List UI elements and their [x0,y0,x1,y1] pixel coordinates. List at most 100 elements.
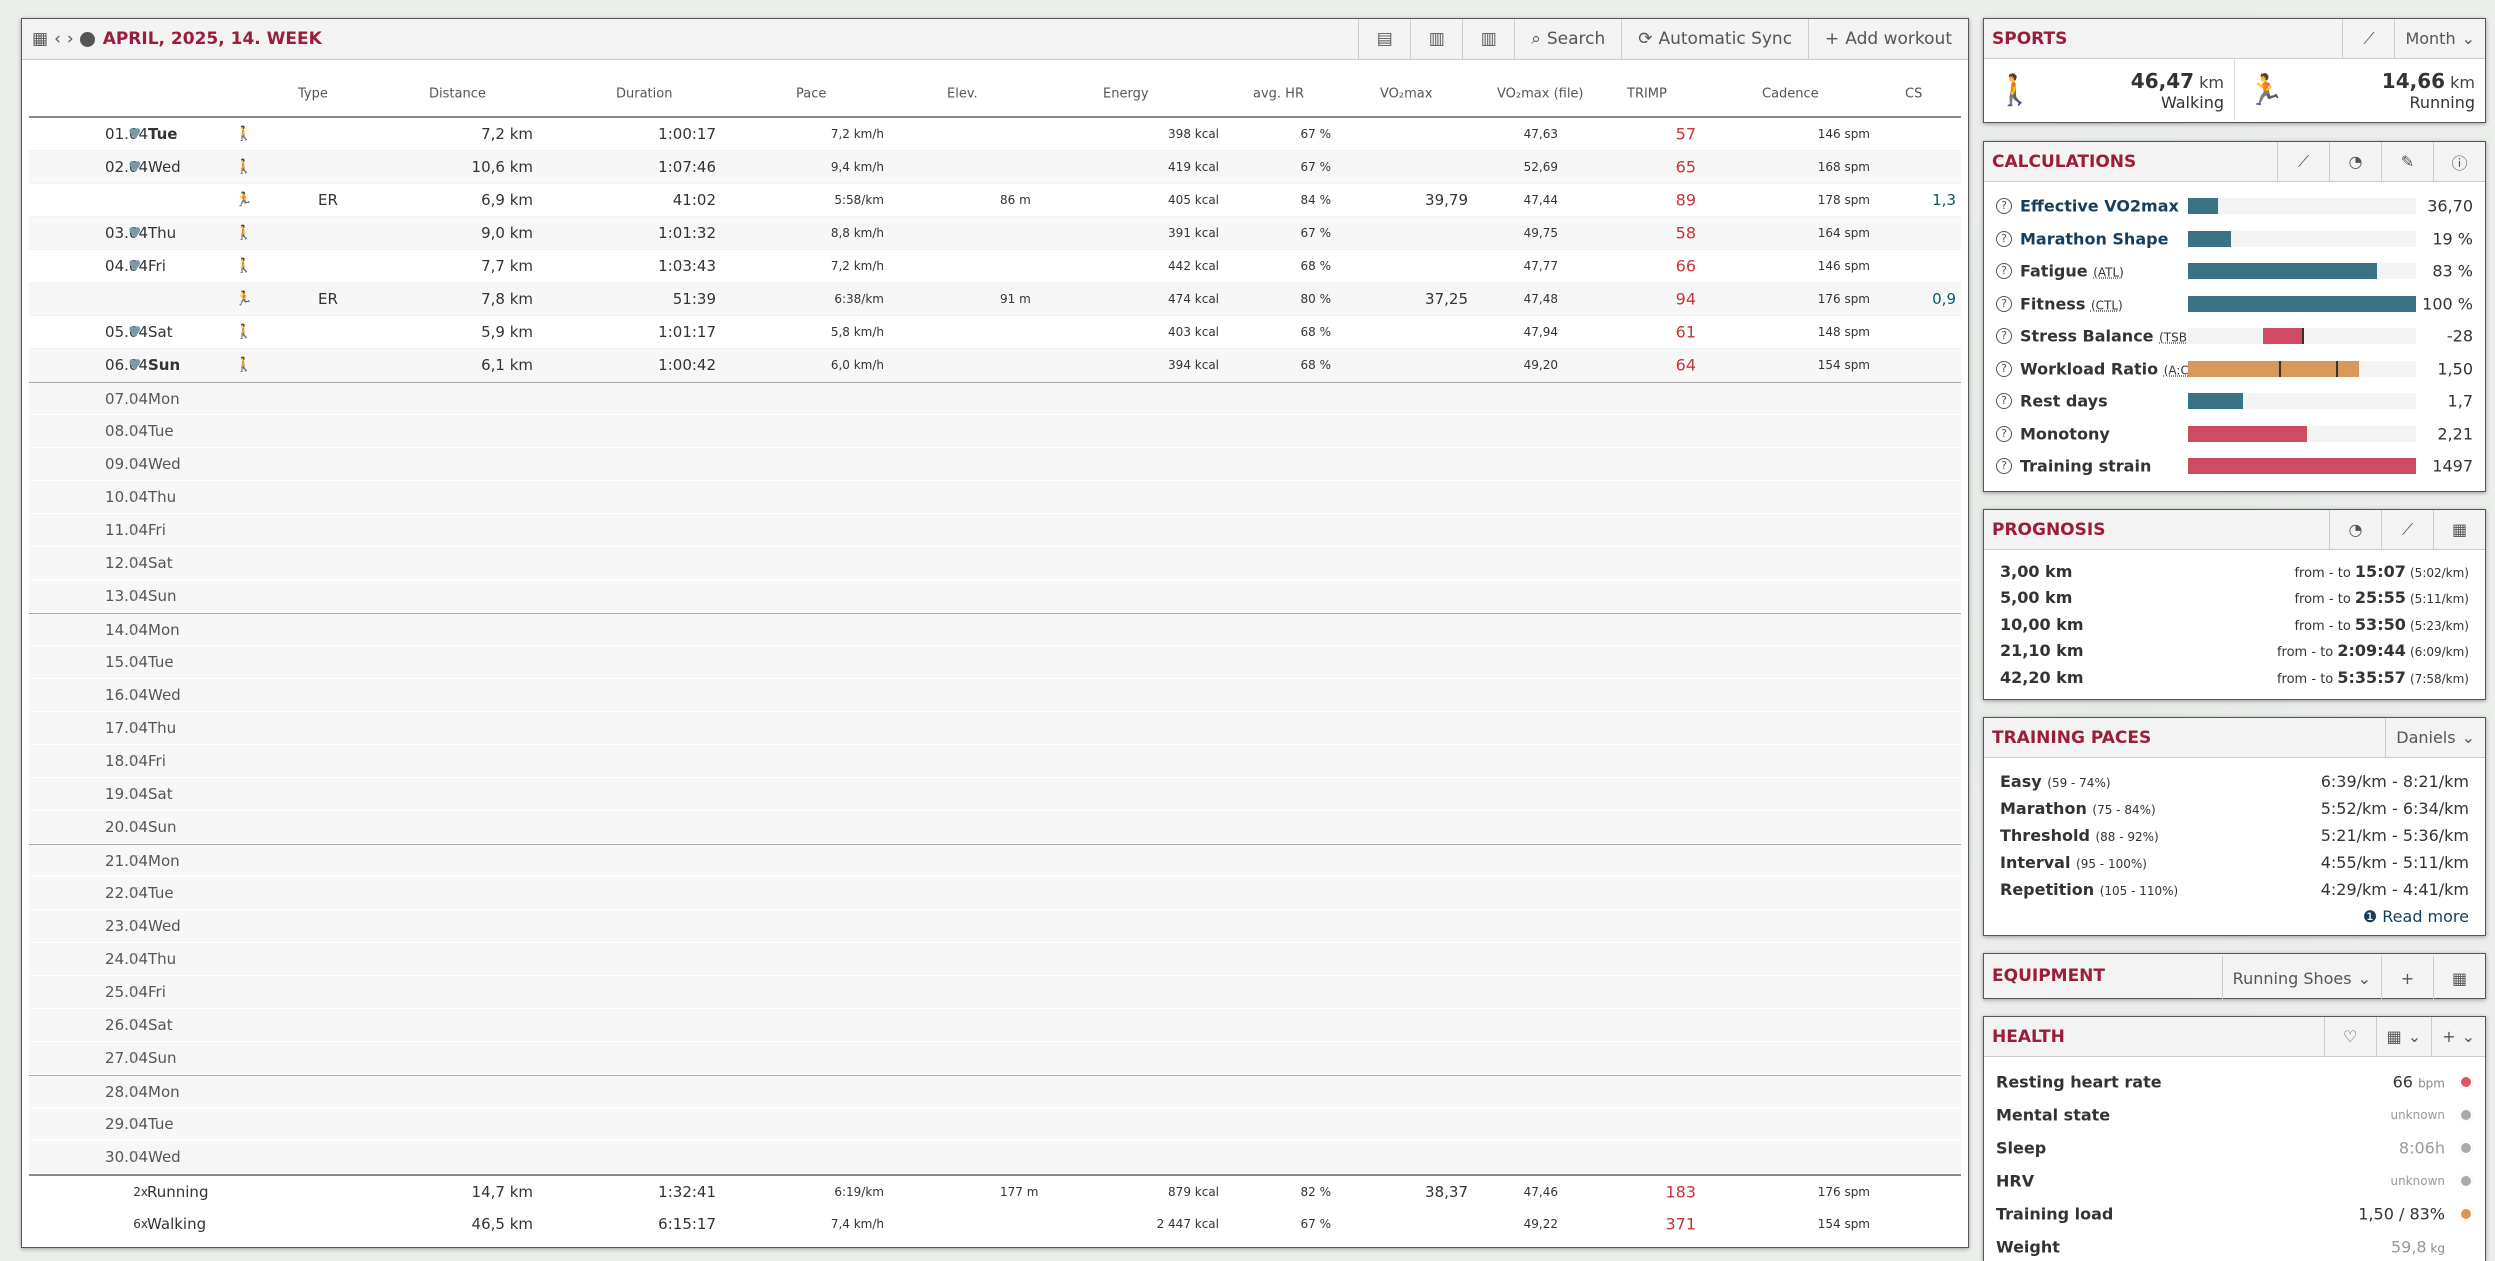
heart-outline-icon[interactable]: ♡ [128,554,141,572]
day-row[interactable]: 13.04 ♡ Sun [29,580,1961,613]
col-cadence[interactable]: Cadence [1762,86,1819,101]
health-heart-button[interactable]: ♡ [2323,1016,2376,1057]
health-row[interactable]: Weight 59,8 kg [1996,1230,2473,1261]
prog-gauge-button[interactable]: ◔ [2329,509,2381,550]
day-row[interactable]: 12.04 ♡ Sat [29,547,1961,580]
heart-outline-icon[interactable]: ♡ [128,983,141,1001]
workout-row[interactable]: 06.04 Sun 6,1 km 1:00:42 6,0 km/h 394 kcal 68 … [29,349,1961,382]
heart-outline-icon[interactable]: ♡ [128,785,141,803]
day-row[interactable]: 17.04 ♡ Thu [29,712,1961,745]
heart-outline-icon[interactable]: ♡ [128,1115,141,1133]
question-icon[interactable]: ? [1996,328,2012,345]
prog-chart-button[interactable]: ⟋ [2381,509,2433,550]
workout-row[interactable]: 02.04 Wed 10,6 km 1:07:46 9,4 km/h 419 kcal 67… [29,151,1961,184]
heart-outline-icon[interactable]: ♡ [128,488,141,506]
heart-outline-icon[interactable]: ♡ [128,587,141,605]
day-row[interactable]: 24.04 ♡ Thu [29,943,1961,976]
equipment-table-button[interactable]: ▦ [2433,956,2485,1000]
add-equipment-button[interactable]: + [2381,956,2433,1000]
health-row[interactable]: Mental state unknown [1996,1098,2473,1131]
heart-outline-icon[interactable]: ♡ [128,521,141,539]
question-icon[interactable]: ? [1996,198,2012,215]
day-row[interactable]: 27.04 ♡ Sun [29,1042,1961,1075]
day-row[interactable]: 18.04 ♡ Fri [29,745,1961,778]
calc-row[interactable]: ? Monotony 2,21 [1996,418,2473,451]
workout-row[interactable]: 04.04 Fri 7,7 km 1:03:43 7,2 km/h 442 kcal 68 … [29,250,1961,283]
heart-icon[interactable]: ♥ [128,356,141,374]
heart-icon[interactable]: ♥ [128,224,141,242]
heart-outline-icon[interactable]: ♡ [128,1148,141,1166]
health-table-button[interactable]: ▦ ⌄ [2375,1016,2432,1057]
equipment-select[interactable]: Running Shoes ⌄ [2221,956,2381,1000]
heart-outline-icon[interactable]: ♡ [128,653,141,671]
table-view-button[interactable]: ▤ [1358,18,1410,60]
day-row[interactable]: 30.04 ♡ Wed [29,1141,1961,1174]
day-row[interactable]: 19.04 ♡ Sat [29,778,1961,811]
health-add-button[interactable]: + ⌄ [2431,1016,2485,1057]
workout-row[interactable]: 03.04 Thu 9,0 km 1:01:32 8,8 km/h 391 kcal 67 … [29,217,1961,250]
question-icon[interactable]: ? [1996,263,2012,280]
chevron-right-icon[interactable]: › [67,30,74,48]
calc-row[interactable]: ? Fatigue (ATL) 83 % [1996,255,2473,288]
heart-outline-icon[interactable]: ♡ [128,390,141,408]
question-icon[interactable]: ? [1996,230,2012,247]
add-workout-button[interactable]: + Add workout [1808,18,1968,60]
col-pace[interactable]: Pace [796,86,826,101]
calc-info-button[interactable]: ⓘ [2433,141,2485,182]
sync-button[interactable]: ⟳ Automatic Sync [1621,18,1808,60]
day-row[interactable]: 25.04 ♡ Fri [29,976,1961,1009]
heart-outline-icon[interactable]: ♡ [128,1016,141,1034]
calc-row[interactable]: ? Training strain 1497 [1996,450,2473,483]
day-row[interactable]: 23.04 ♡ Wed [29,910,1961,943]
day-row[interactable]: 21.04 ♡ Mon [29,844,1961,877]
heart-icon[interactable]: ♥ [128,125,141,143]
day-row[interactable]: 28.04 ♡ Mon [29,1075,1961,1108]
calc-row[interactable]: ? Fitness (CTL) 100 % [1996,288,2473,321]
calc-chart-button[interactable]: ⟋ [2277,141,2329,182]
heart-outline-icon[interactable]: ♡ [128,852,141,870]
workout-row[interactable]: ER 7,8 km 51:39 6:38/km 91 m 474 kcal 80 % 37,2… [29,283,1961,316]
day-row[interactable]: 08.04 ♡ Tue [29,415,1961,448]
sports-chart-button[interactable]: ⟋ [2342,18,2394,59]
today-icon[interactable] [79,31,95,47]
day-row[interactable]: 07.04 ♡ Mon [29,382,1961,415]
sport-running[interactable]: 🏃 14,66 km Running [2235,59,2485,121]
calc-row[interactable]: ? Effective VO2max 36,70 [1996,190,2473,223]
day-row[interactable]: 15.04 ♡ Tue [29,646,1961,679]
workout-row[interactable]: 05.04 Sat 5,9 km 1:01:17 5,8 km/h 403 kcal 68 … [29,316,1961,349]
heart-outline-icon[interactable]: ♡ [128,621,141,639]
heart-outline-icon[interactable]: ♡ [128,752,141,770]
day-row[interactable]: 22.04 ♡ Tue [29,877,1961,910]
question-icon[interactable]: ? [1996,360,2012,377]
workout-row[interactable]: 01.04 Tue 7,2 km 1:00:17 7,2 km/h 398 kcal 67 … [29,118,1961,151]
heart-outline-icon[interactable]: ♡ [128,422,141,440]
col-vo2[interactable]: VO₂max [1380,86,1432,101]
heart-outline-icon[interactable]: ♡ [128,1049,141,1067]
col-hr[interactable]: avg. HR [1253,86,1304,101]
chart-button[interactable]: ▥ [1410,18,1462,60]
heart-icon[interactable]: ♥ [128,257,141,275]
chart2-button[interactable]: ▥ [1462,18,1514,60]
calc-row[interactable]: ? Stress Balance (TSB) -28 [1996,320,2473,353]
question-icon[interactable]: ? [1996,295,2012,312]
question-icon[interactable]: ? [1996,425,2012,442]
col-trimp[interactable]: TRIMP [1627,86,1667,101]
health-row[interactable]: Sleep 8:06h [1996,1131,2473,1164]
col-distance[interactable]: Distance [429,86,486,101]
heart-outline-icon[interactable]: ♡ [128,884,141,902]
day-row[interactable]: 10.04 ♡ Thu [29,481,1961,514]
heart-outline-icon[interactable]: ♡ [128,455,141,473]
col-cs[interactable]: CS [1905,86,1922,101]
question-icon[interactable]: ? [1996,393,2012,410]
day-row[interactable]: 20.04 ♡ Sun [29,811,1961,844]
day-row[interactable]: 26.04 ♡ Sat [29,1009,1961,1042]
heart-outline-icon[interactable]: ♡ [128,686,141,704]
calc-row[interactable]: ? Rest days 1,7 [1996,385,2473,418]
workout-row[interactable]: ER 6,9 km 41:02 5:58/km 86 m 405 kcal 84 % 39,7… [29,184,1961,217]
prog-calc-button[interactable]: ▦ [2433,509,2485,550]
col-vo2file[interactable]: VO₂max (file) [1497,86,1584,101]
col-energy[interactable]: Energy [1103,86,1149,101]
col-elev[interactable]: Elev. [947,86,978,101]
calc-tools-button[interactable]: ✎ [2381,141,2433,182]
heart-icon[interactable]: ♥ [128,158,141,176]
